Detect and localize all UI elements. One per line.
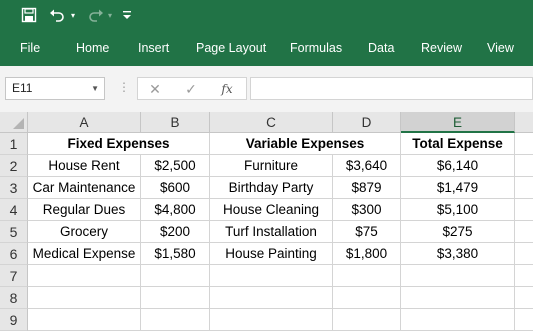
cell[interactable]: $1,479: [401, 177, 515, 199]
cell[interactable]: Car Maintenance: [28, 177, 141, 199]
tab-review[interactable]: Review: [421, 39, 462, 57]
row-header[interactable]: 6: [0, 243, 28, 265]
row-header[interactable]: 7: [0, 265, 28, 287]
cell[interactable]: [333, 309, 401, 331]
cell[interactable]: $879: [333, 177, 401, 199]
row-header[interactable]: 9: [0, 309, 28, 331]
cell[interactable]: [210, 265, 333, 287]
insert-function-icon[interactable]: fx: [218, 80, 236, 98]
row-header[interactable]: 5: [0, 221, 28, 243]
column-header-e[interactable]: E: [401, 112, 515, 133]
row-header[interactable]: 8: [0, 287, 28, 309]
cell[interactable]: [141, 309, 210, 331]
cell[interactable]: $200: [141, 221, 210, 243]
header-cell[interactable]: Fixed Expenses: [28, 133, 210, 155]
cell[interactable]: [333, 265, 401, 287]
cell[interactable]: [28, 265, 141, 287]
cell[interactable]: $300: [333, 199, 401, 221]
row-header[interactable]: 4: [0, 199, 28, 221]
cell[interactable]: $275: [401, 221, 515, 243]
cell[interactable]: $6,140: [401, 155, 515, 177]
cell[interactable]: [210, 309, 333, 331]
ribbon-tabs: File Home Insert Page Layout Formulas Da…: [0, 30, 533, 66]
cell[interactable]: [515, 199, 533, 221]
cell[interactable]: [515, 265, 533, 287]
header-cell[interactable]: Total Expense: [401, 133, 515, 155]
cell[interactable]: [28, 287, 141, 309]
header-cell[interactable]: Variable Expenses: [210, 133, 401, 155]
cell[interactable]: House Rent: [28, 155, 141, 177]
enter-check-icon[interactable]: ✓: [182, 80, 200, 98]
cell[interactable]: $1,580: [141, 243, 210, 265]
cell[interactable]: [28, 309, 141, 331]
undo-dropdown-icon[interactable]: ▾: [69, 5, 77, 25]
name-box-value: E11: [12, 81, 33, 95]
cell[interactable]: Grocery: [28, 221, 141, 243]
row-header[interactable]: 2: [0, 155, 28, 177]
tab-view[interactable]: View: [487, 39, 514, 57]
name-box-dropdown-icon[interactable]: ▼: [91, 78, 99, 99]
cell[interactable]: [515, 287, 533, 309]
name-box[interactable]: E11 ▼: [5, 77, 105, 100]
customize-toolbar-icon[interactable]: [121, 5, 133, 25]
cell[interactable]: [515, 309, 533, 331]
cell[interactable]: $5,100: [401, 199, 515, 221]
cell[interactable]: [141, 265, 210, 287]
cell[interactable]: $600: [141, 177, 210, 199]
cell[interactable]: $2,500: [141, 155, 210, 177]
formula-bar-grip-icon[interactable]: ⋮: [118, 80, 130, 94]
cell[interactable]: [515, 177, 533, 199]
column-header-d[interactable]: D: [333, 112, 401, 133]
formula-bar-area: E11 ▼ ⋮ ✕ ✓ fx: [0, 66, 533, 112]
cell[interactable]: Turf Installation: [210, 221, 333, 243]
column-header-b[interactable]: B: [141, 112, 210, 133]
cell[interactable]: Regular Dues: [28, 199, 141, 221]
cell[interactable]: Furniture: [210, 155, 333, 177]
cell[interactable]: [515, 243, 533, 265]
cell[interactable]: [401, 309, 515, 331]
row-header[interactable]: 3: [0, 177, 28, 199]
formula-buttons: ✕ ✓ fx: [137, 77, 247, 100]
redo-dropdown-icon[interactable]: ▾: [106, 5, 114, 25]
save-icon[interactable]: [19, 5, 39, 25]
tab-file[interactable]: File: [20, 39, 40, 57]
cell[interactable]: $1,800: [333, 243, 401, 265]
row-header[interactable]: 1: [0, 133, 28, 155]
spreadsheet-grid: A B C D E 1 Fixed Expenses Variable Expenses Tot…: [0, 112, 533, 331]
select-all-button[interactable]: [0, 112, 28, 133]
tab-page-layout[interactable]: Page Layout: [196, 39, 266, 57]
tab-insert[interactable]: Insert: [138, 39, 169, 57]
cell[interactable]: [401, 265, 515, 287]
cell[interactable]: $3,380: [401, 243, 515, 265]
cell[interactable]: [515, 221, 533, 243]
cell[interactable]: House Cleaning: [210, 199, 333, 221]
cell[interactable]: [401, 287, 515, 309]
column-header-c[interactable]: C: [210, 112, 333, 133]
cell[interactable]: Birthday Party: [210, 177, 333, 199]
cell[interactable]: Medical Expense: [28, 243, 141, 265]
tab-data[interactable]: Data: [368, 39, 394, 57]
column-header[interactable]: [515, 112, 533, 133]
cell[interactable]: [333, 287, 401, 309]
tab-home[interactable]: Home: [76, 39, 109, 57]
cell[interactable]: [210, 287, 333, 309]
tab-formulas[interactable]: Formulas: [290, 39, 342, 57]
column-header-a[interactable]: A: [28, 112, 141, 133]
redo-icon[interactable]: [86, 5, 106, 25]
cell[interactable]: [515, 155, 533, 177]
undo-icon[interactable]: [47, 5, 67, 25]
cell[interactable]: [515, 133, 533, 155]
cell[interactable]: [141, 287, 210, 309]
cell[interactable]: $4,800: [141, 199, 210, 221]
formula-input[interactable]: [250, 77, 533, 100]
cancel-icon[interactable]: ✕: [146, 80, 164, 98]
cell[interactable]: $75: [333, 221, 401, 243]
quick-access-toolbar: ▾ ▾: [0, 0, 533, 30]
cell[interactable]: $3,640: [333, 155, 401, 177]
cell[interactable]: House Painting: [210, 243, 333, 265]
